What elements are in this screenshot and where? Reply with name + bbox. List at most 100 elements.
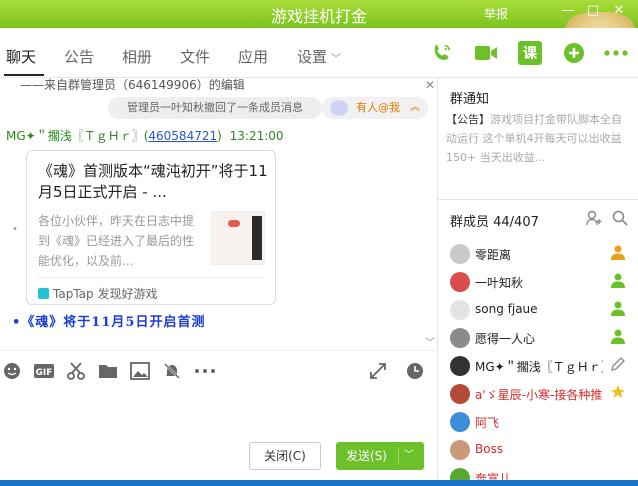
avatar[interactable] (450, 384, 470, 404)
notice-title: 群通知 (450, 92, 490, 107)
scroll-down-icon[interactable]: ﹀ (425, 334, 435, 349)
card-description: 各位小伙伴，昨天在日志中提到《魂》已经进入了最后的性能优化，以及前... (38, 214, 195, 268)
member-panel: 群成员 44/407 零距离一叶知秋 song fjaue 愿得一人心 MG✦＂擱浅〖… (438, 200, 638, 480)
avatar[interactable] (450, 272, 470, 292)
member-name: MG✦＂擱浅〖ＴｇＨｒ〗 (475, 360, 603, 374)
more-tools-icon[interactable] (195, 361, 215, 381)
member-row[interactable]: MG✦＂擱浅〖ＴｇＨｒ〗 (438, 352, 638, 380)
member-name: 阿飞 (475, 416, 500, 430)
member-row[interactable]: 奔富儿 (438, 464, 638, 480)
star-badge-icon (610, 384, 628, 402)
card-source-label: TapTap 发现好游戏 (53, 287, 158, 301)
scissors-icon[interactable] (66, 361, 86, 381)
gif-icon[interactable]: GIF (34, 361, 54, 381)
message-sender: MG✦＂擱浅〖ＴｇＨｒ〗(460584721) 13:21:00 (6, 127, 284, 144)
minimize-button[interactable]: — (560, 3, 576, 18)
card-source: TapTap 发现好游戏 (38, 285, 157, 302)
active-tab-indicator (4, 74, 44, 76)
close-window-button[interactable]: ✕ (611, 3, 627, 18)
member-row[interactable]: Boss (438, 436, 638, 464)
add-member-icon[interactable] (586, 210, 602, 226)
phone-icon[interactable] (430, 41, 454, 65)
avatar[interactable] (450, 468, 470, 480)
emoji-icon[interactable] (2, 361, 22, 381)
member-name: Boss (475, 442, 504, 456)
member-name: 奔富儿 (475, 472, 512, 480)
window-title: 游戏挂机打金 (270, 7, 367, 26)
send-button[interactable]: 发送(S) ﹀ (336, 442, 424, 470)
clock-icon[interactable] (405, 361, 425, 381)
member-row[interactable]: 愿得一人心 (438, 324, 638, 352)
input-toolbar: GIF (0, 350, 437, 390)
tab-bar: 聊天 公告 相册 文件 应用 设置 ﹀ 课 (0, 28, 638, 78)
system-edit-line: ——来自群管理员（646149906）的编辑 (20, 78, 245, 92)
tab-apps[interactable]: 应用 (238, 46, 268, 67)
card-thumbnail (211, 211, 265, 265)
avatar[interactable] (450, 328, 470, 348)
avatar[interactable] (450, 412, 470, 432)
admin-badge-icon (610, 328, 628, 346)
bullet-dot: • (12, 224, 18, 235)
avatar[interactable] (450, 356, 470, 376)
owner-badge-icon (610, 244, 628, 262)
image-icon[interactable] (130, 361, 150, 381)
share-card[interactable]: 《魂》首测版本“魂沌初开”将于11月5日正式开启 - ... 各位小伙伴，昨天在… (26, 150, 276, 305)
mention-me-button[interactable]: 有人@我 ︽ (322, 97, 428, 119)
taskbar-strip (0, 480, 638, 486)
avatar (330, 100, 348, 116)
message-time: 13:21:00 (229, 129, 284, 143)
send-options-chevron-icon[interactable]: ﹀ (404, 442, 414, 470)
sender-id-link[interactable]: 460584721 (148, 129, 217, 143)
member-row[interactable]: 阿飞 (438, 408, 638, 436)
svg-text:GIF: GIF (36, 368, 53, 378)
tab-chat[interactable]: 聊天 (6, 46, 36, 67)
mute-bell-icon[interactable] (162, 361, 182, 381)
more-icon[interactable] (604, 41, 628, 65)
sender-id-close: ) (217, 129, 222, 143)
chat-history[interactable]: ——来自群管理员（646149906）的编辑 ✕ 管理员一叶知秋撤回了一条成员消… (0, 78, 437, 350)
avatar[interactable] (450, 300, 470, 320)
report-button[interactable]: 举报 (484, 5, 508, 22)
member-name: song fjaue (475, 302, 538, 316)
edit-icon (610, 356, 628, 374)
sender-name[interactable]: MG✦＂擱浅〖ＴｇＨｒ〗( (6, 129, 148, 143)
send-divider (398, 447, 399, 465)
tab-settings[interactable]: 设置 ﹀ (297, 46, 341, 67)
expand-icon[interactable] (368, 361, 388, 381)
tab-files[interactable]: 文件 (180, 46, 210, 67)
link-message[interactable]: •《魂》将于11月5日开启首测 (12, 311, 205, 330)
tab-album[interactable]: 相册 (122, 46, 152, 67)
avatar[interactable] (450, 440, 470, 460)
add-icon[interactable] (562, 41, 586, 65)
member-row[interactable]: 零距离 (438, 240, 638, 268)
search-icon[interactable] (612, 210, 628, 226)
close-icon[interactable]: ✕ (425, 78, 435, 92)
class-icon[interactable]: 课 (518, 41, 542, 65)
send-label: 发送(S) (346, 449, 387, 463)
chevron-up-icon: ︽ (410, 102, 420, 113)
tab-announcement[interactable]: 公告 (64, 46, 94, 67)
tab-settings-label: 设置 (297, 48, 328, 66)
group-notice-panel[interactable]: 群通知 【公告】游戏项目打金带队脚本全自动运行 这个单机4开每天可以出收益150… (438, 78, 638, 200)
avatar[interactable] (450, 244, 470, 264)
chevron-down-icon: ﹀ (331, 54, 342, 65)
title-bar: 游戏挂机打金 举报 — □ ✕ (0, 0, 638, 48)
notice-tag: 【公告】 (446, 113, 490, 126)
card-title: 《魂》首测版本“魂沌初开”将于11月5日正式开启 - ... (38, 162, 268, 201)
member-row[interactable]: song fjaue (438, 296, 638, 324)
close-button[interactable]: 关闭(C) (249, 442, 321, 470)
taptap-icon (38, 288, 49, 299)
card-divider (37, 277, 265, 278)
member-row[interactable]: a'ゞ星辰-小寒-接各种推 (438, 380, 638, 408)
maximize-button[interactable]: □ (585, 3, 601, 18)
message-input[interactable] (0, 390, 437, 440)
folder-icon[interactable] (98, 361, 118, 381)
member-count: 群成员 44/407 (450, 215, 539, 230)
member-name: 一叶知秋 (475, 276, 524, 290)
member-row[interactable]: 一叶知秋 (438, 268, 638, 296)
admin-badge-icon (610, 300, 628, 318)
video-icon[interactable] (474, 41, 498, 65)
member-name: 零距离 (475, 248, 512, 262)
mention-label: 有人@我 (356, 101, 400, 114)
member-name: 愿得一人心 (475, 332, 536, 346)
